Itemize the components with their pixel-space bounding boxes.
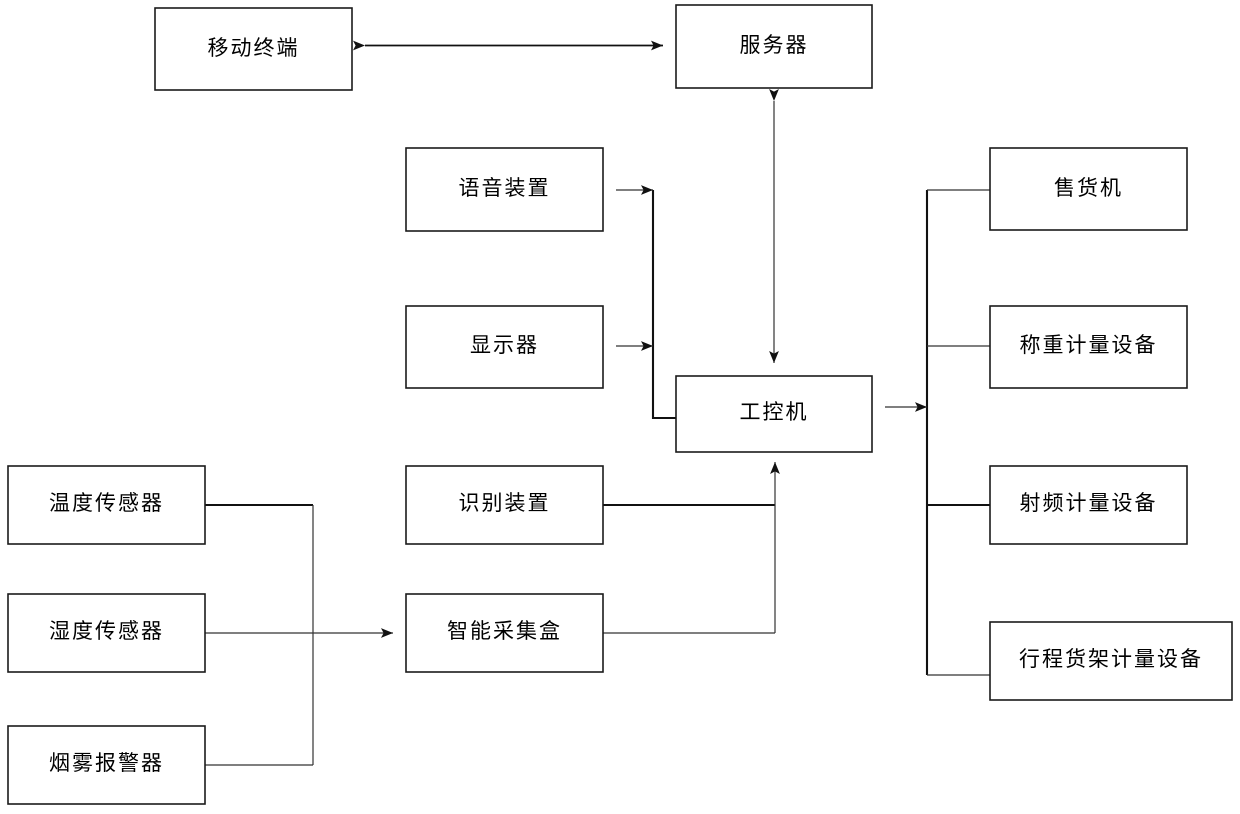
- node-server[interactable]: 服务器: [675, 4, 873, 89]
- mobile-terminal-label: 移动终端: [208, 36, 300, 60]
- edge-bottom-bus: [603, 462, 780, 634]
- vending-machine-label: 售货机: [1054, 176, 1123, 200]
- display-label: 显示器: [470, 333, 539, 357]
- smoke-alarm-label: 烟雾报警器: [49, 751, 164, 775]
- industrial-pc-label: 工控机: [740, 400, 809, 424]
- smart-box-label: 智能采集盒: [447, 619, 562, 643]
- edge-right-bus: [885, 189, 990, 676]
- voice-device-label: 语音装置: [459, 176, 551, 200]
- node-vending-machine[interactable]: 售货机: [989, 147, 1188, 231]
- diagram-canvas: 移动终端 服务器 语音装置 售货机 显示器 称重计量设备 工控机 识别装置 射频…: [0, 0, 1240, 814]
- edge-sensor-bus: [205, 503, 393, 766]
- temp-sensor-label: 温度传感器: [49, 491, 164, 515]
- id-device-label: 识别装置: [459, 491, 551, 515]
- server-label: 服务器: [740, 33, 809, 57]
- node-temp-sensor[interactable]: 温度传感器: [7, 465, 206, 545]
- node-humidity-sensor[interactable]: 湿度传感器: [7, 593, 206, 673]
- system-block-diagram: 移动终端 服务器 语音装置 售货机 显示器 称重计量设备 工控机 识别装置 射频…: [7, 4, 1233, 805]
- edge-pc-left-bus: [616, 185, 676, 420]
- nodes-layer: 移动终端 服务器 语音装置 售货机 显示器 称重计量设备 工控机 识别装置 射频…: [7, 4, 1233, 805]
- node-id-device[interactable]: 识别装置: [405, 465, 604, 545]
- node-voice-device[interactable]: 语音装置: [405, 147, 604, 232]
- left-bus-path: [651, 190, 676, 420]
- node-mobile-terminal[interactable]: 移动终端: [154, 7, 353, 91]
- node-shelf-device[interactable]: 行程货架计量设备: [989, 621, 1233, 701]
- node-display[interactable]: 显示器: [405, 305, 604, 389]
- node-smart-box[interactable]: 智能采集盒: [405, 593, 604, 673]
- shelf-device-label: 行程货架计量设备: [1019, 647, 1203, 671]
- humidity-sensor-label: 湿度传感器: [49, 619, 164, 643]
- node-weighing-device[interactable]: 称重计量设备: [989, 305, 1188, 389]
- node-smoke-alarm[interactable]: 烟雾报警器: [7, 725, 206, 805]
- rf-device-label: 射频计量设备: [1020, 491, 1158, 515]
- weighing-device-label: 称重计量设备: [1020, 333, 1158, 357]
- node-rf-device[interactable]: 射频计量设备: [989, 465, 1188, 545]
- node-industrial-pc[interactable]: 工控机: [675, 375, 873, 453]
